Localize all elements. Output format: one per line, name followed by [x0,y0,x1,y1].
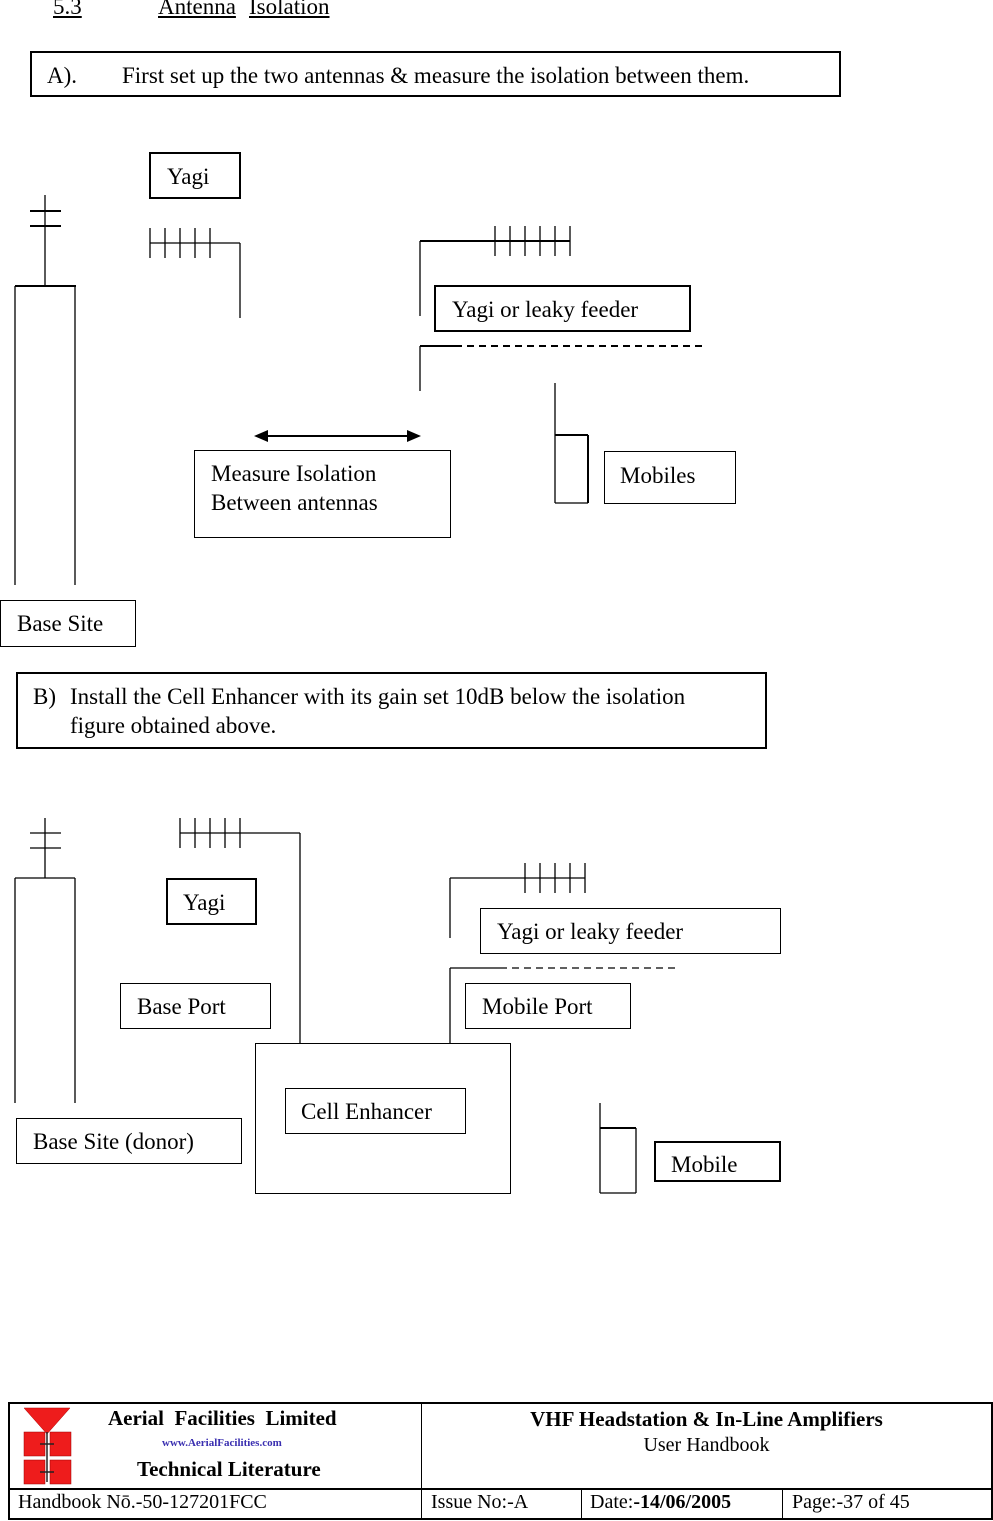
page-value: -37 of 45 [836,1491,910,1513]
doc-type: User Handbook [643,1434,770,1456]
step-b-line2: figure obtained above. [70,713,277,738]
date-value: -14/06/2005 [633,1491,732,1513]
base-site-label: Base Site [17,611,104,636]
company-name: Aerial Facilities Limited [108,1406,337,1430]
yagi-or-leaky-b-box: Yagi or leaky feeder [480,908,781,954]
yagi-b-label: Yagi [183,890,226,915]
measure-line2: Between antennas [211,490,378,515]
step-b-line1: Install the Cell Enhancer with its gain … [70,684,686,709]
footer-divider-v3 [581,1488,582,1520]
company-website[interactable]: www.AerialFacilities.com [162,1437,282,1449]
base-site-box: Base Site [0,600,136,647]
issue-number: Issue No:-A [431,1491,529,1513]
yagi-or-leaky-b-label: Yagi or leaky feeder [497,919,684,944]
donor-tower-icon [14,818,76,1103]
double-arrow-icon [254,430,421,442]
mobile-handset-b-icon [599,1103,637,1194]
base-site-donor-box: Base Site (donor) [16,1118,242,1164]
base-site-tower-icon [14,195,76,585]
mobiles-label: Mobiles [620,463,696,488]
leaky-feeder-line-icon [419,345,707,391]
mobile-label: Mobile [671,1152,738,1177]
yagi-antenna-left-icon [149,228,241,318]
page-footer: Aerial Facilities Limited www.AerialFaci… [8,1402,993,1520]
cell-enhancer-unit: Cell Enhancer [255,1043,511,1194]
yagi-b-box: Yagi [166,878,257,925]
yagi-or-leaky-label: Yagi or leaky feeder [452,297,639,322]
base-port-box: Base Port [120,983,271,1029]
mobile-port-box: Mobile Port [465,983,631,1029]
base-port-label: Base Port [137,994,226,1019]
footer-divider-v2 [421,1488,422,1520]
mobiles-box: Mobiles [604,451,736,504]
mobile-port-label: Mobile Port [482,994,593,1019]
cell-enhancer-label: Cell Enhancer [301,1099,432,1124]
yagi-label: Yagi [167,164,210,189]
yagi-or-leaky-box: Yagi or leaky feeder [434,285,691,332]
footer-divider-h [10,1488,991,1490]
date-label: Date: [590,1491,634,1513]
company-logo-icon [23,1407,72,1485]
mobile-handset-icon [554,383,589,504]
footer-divider-v4 [782,1488,783,1520]
measure-isolation-box: Measure Isolation Between antennas [194,450,451,538]
yagi-label-box: Yagi [149,152,241,199]
page-label: Page: [792,1491,837,1513]
page-number: Page:-37 of 45 [792,1491,910,1514]
step-b-box: B) Install the Cell Enhancer with its ga… [16,672,767,749]
measure-line1: Measure Isolation [211,461,377,486]
handbook-number: Handbook Nō.-50-127201FCC [18,1491,267,1513]
cell-enhancer-label-box: Cell Enhancer [285,1088,466,1134]
product-title: VHF Headstation & In-Line Amplifiers [530,1407,883,1431]
issue-date: Date:-14/06/2005 [590,1491,731,1514]
technical-literature: Technical Literature [137,1457,321,1481]
mobile-box: Mobile [654,1141,781,1182]
base-site-donor-label: Base Site (donor) [33,1129,194,1154]
step-b-label: B) [33,684,56,709]
